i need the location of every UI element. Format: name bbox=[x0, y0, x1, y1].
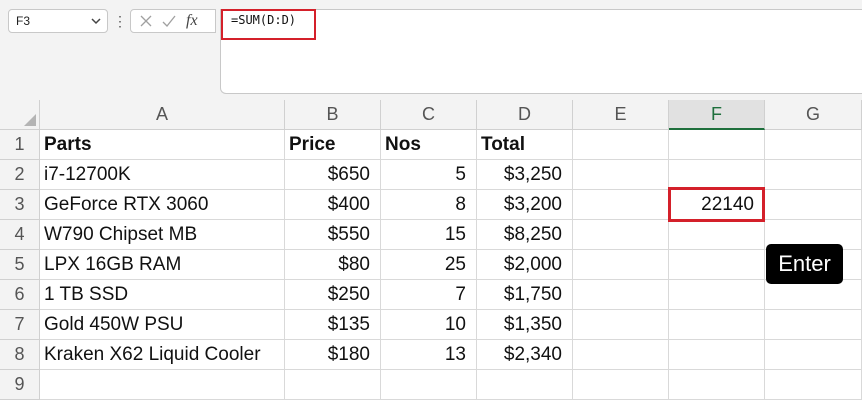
cell-a2[interactable]: i7-12700K bbox=[40, 160, 285, 190]
cell-f7[interactable] bbox=[669, 310, 765, 340]
select-all-corner[interactable] bbox=[0, 100, 40, 130]
select-all-triangle-icon bbox=[24, 114, 36, 126]
cell-e9[interactable] bbox=[573, 370, 669, 400]
cell-f9[interactable] bbox=[669, 370, 765, 400]
selected-cell-highlight bbox=[668, 187, 765, 222]
chevron-down-icon[interactable] bbox=[89, 13, 103, 29]
row-header-1[interactable]: 1 bbox=[0, 130, 40, 160]
cell-a9[interactable] bbox=[40, 370, 285, 400]
cell-a3[interactable]: GeForce RTX 3060 bbox=[40, 190, 285, 220]
insert-function-icon[interactable]: fx bbox=[186, 12, 198, 30]
cell-d8[interactable]: $2,340 bbox=[477, 340, 573, 370]
cell-b2[interactable]: $650 bbox=[285, 160, 381, 190]
cell-d2[interactable]: $3,250 bbox=[477, 160, 573, 190]
cell-f1[interactable] bbox=[669, 130, 765, 160]
cell-f6[interactable] bbox=[669, 280, 765, 310]
cell-c6[interactable]: 7 bbox=[381, 280, 477, 310]
cell-e1[interactable] bbox=[573, 130, 669, 160]
row-header-4[interactable]: 4 bbox=[0, 220, 40, 250]
confirm-icon[interactable] bbox=[161, 13, 177, 29]
cancel-icon[interactable] bbox=[138, 13, 154, 29]
cell-d7[interactable]: $1,350 bbox=[477, 310, 573, 340]
cell-f8[interactable] bbox=[669, 340, 765, 370]
column-header-c[interactable]: C bbox=[381, 100, 477, 130]
cell-b4[interactable]: $550 bbox=[285, 220, 381, 250]
cell-b7[interactable]: $135 bbox=[285, 310, 381, 340]
cell-a4[interactable]: W790 Chipset MB bbox=[40, 220, 285, 250]
cell-d5[interactable]: $2,000 bbox=[477, 250, 573, 280]
cell-c1[interactable]: Nos bbox=[381, 130, 477, 160]
column-header-d[interactable]: D bbox=[477, 100, 573, 130]
row-header-8[interactable]: 8 bbox=[0, 340, 40, 370]
cell-b5[interactable]: $80 bbox=[285, 250, 381, 280]
cell-g9[interactable] bbox=[765, 370, 862, 400]
row-header-6[interactable]: 6 bbox=[0, 280, 40, 310]
cell-c3[interactable]: 8 bbox=[381, 190, 477, 220]
cell-g1[interactable] bbox=[765, 130, 862, 160]
cell-g8[interactable] bbox=[765, 340, 862, 370]
cell-d9[interactable] bbox=[477, 370, 573, 400]
formula-input[interactable] bbox=[220, 9, 862, 94]
cell-e2[interactable] bbox=[573, 160, 669, 190]
cell-b1[interactable]: Price bbox=[285, 130, 381, 160]
cell-b8[interactable]: $180 bbox=[285, 340, 381, 370]
excel-window: F3 ⋮ fx =SUM(D:D) A B C D E F G 1 Parts Price Nos T… bbox=[0, 0, 862, 400]
column-header-a[interactable]: A bbox=[40, 100, 285, 130]
cell-e7[interactable] bbox=[573, 310, 669, 340]
cell-e4[interactable] bbox=[573, 220, 669, 250]
column-header-e[interactable]: E bbox=[573, 100, 669, 130]
cell-c7[interactable]: 10 bbox=[381, 310, 477, 340]
enter-key-badge: Enter bbox=[766, 244, 843, 284]
cell-c8[interactable]: 13 bbox=[381, 340, 477, 370]
column-header-g[interactable]: G bbox=[765, 100, 862, 130]
cell-a5[interactable]: LPX 16GB RAM bbox=[40, 250, 285, 280]
name-box-value: F3 bbox=[16, 14, 31, 28]
formula-highlight-box bbox=[221, 9, 316, 40]
more-options-icon[interactable]: ⋮ bbox=[113, 11, 127, 31]
column-header-f[interactable]: F bbox=[669, 100, 765, 130]
cell-d6[interactable]: $1,750 bbox=[477, 280, 573, 310]
cell-c2[interactable]: 5 bbox=[381, 160, 477, 190]
cell-c4[interactable]: 15 bbox=[381, 220, 477, 250]
cell-g7[interactable] bbox=[765, 310, 862, 340]
cell-d4[interactable]: $8,250 bbox=[477, 220, 573, 250]
spreadsheet-grid: A B C D E F G 1 Parts Price Nos Total 2 i7-12700K $650… bbox=[0, 100, 862, 400]
formula-bar-area: F3 ⋮ fx =SUM(D:D) bbox=[0, 0, 862, 100]
cell-g2[interactable] bbox=[765, 160, 862, 190]
cell-a6[interactable]: 1 TB SSD bbox=[40, 280, 285, 310]
cell-a8[interactable]: Kraken X62 Liquid Cooler bbox=[40, 340, 285, 370]
row-header-9[interactable]: 9 bbox=[0, 370, 40, 400]
cell-d3[interactable]: $3,200 bbox=[477, 190, 573, 220]
cell-d1[interactable]: Total bbox=[477, 130, 573, 160]
formula-controls: fx bbox=[130, 9, 216, 33]
cell-e6[interactable] bbox=[573, 280, 669, 310]
cell-f2[interactable] bbox=[669, 160, 765, 190]
cell-a7[interactable]: Gold 450W PSU bbox=[40, 310, 285, 340]
cell-g3[interactable] bbox=[765, 190, 862, 220]
column-header-b[interactable]: B bbox=[285, 100, 381, 130]
cell-b9[interactable] bbox=[285, 370, 381, 400]
cell-a1[interactable]: Parts bbox=[40, 130, 285, 160]
cell-c5[interactable]: 25 bbox=[381, 250, 477, 280]
row-header-5[interactable]: 5 bbox=[0, 250, 40, 280]
row-header-2[interactable]: 2 bbox=[0, 160, 40, 190]
cell-f5[interactable] bbox=[669, 250, 765, 280]
cell-e8[interactable] bbox=[573, 340, 669, 370]
cell-g6[interactable] bbox=[765, 280, 862, 310]
name-box[interactable]: F3 bbox=[8, 9, 108, 33]
cell-b6[interactable]: $250 bbox=[285, 280, 381, 310]
cell-e5[interactable] bbox=[573, 250, 669, 280]
cell-b3[interactable]: $400 bbox=[285, 190, 381, 220]
cell-e3[interactable] bbox=[573, 190, 669, 220]
row-header-7[interactable]: 7 bbox=[0, 310, 40, 340]
row-header-3[interactable]: 3 bbox=[0, 190, 40, 220]
cell-f4[interactable] bbox=[669, 220, 765, 250]
cell-c9[interactable] bbox=[381, 370, 477, 400]
